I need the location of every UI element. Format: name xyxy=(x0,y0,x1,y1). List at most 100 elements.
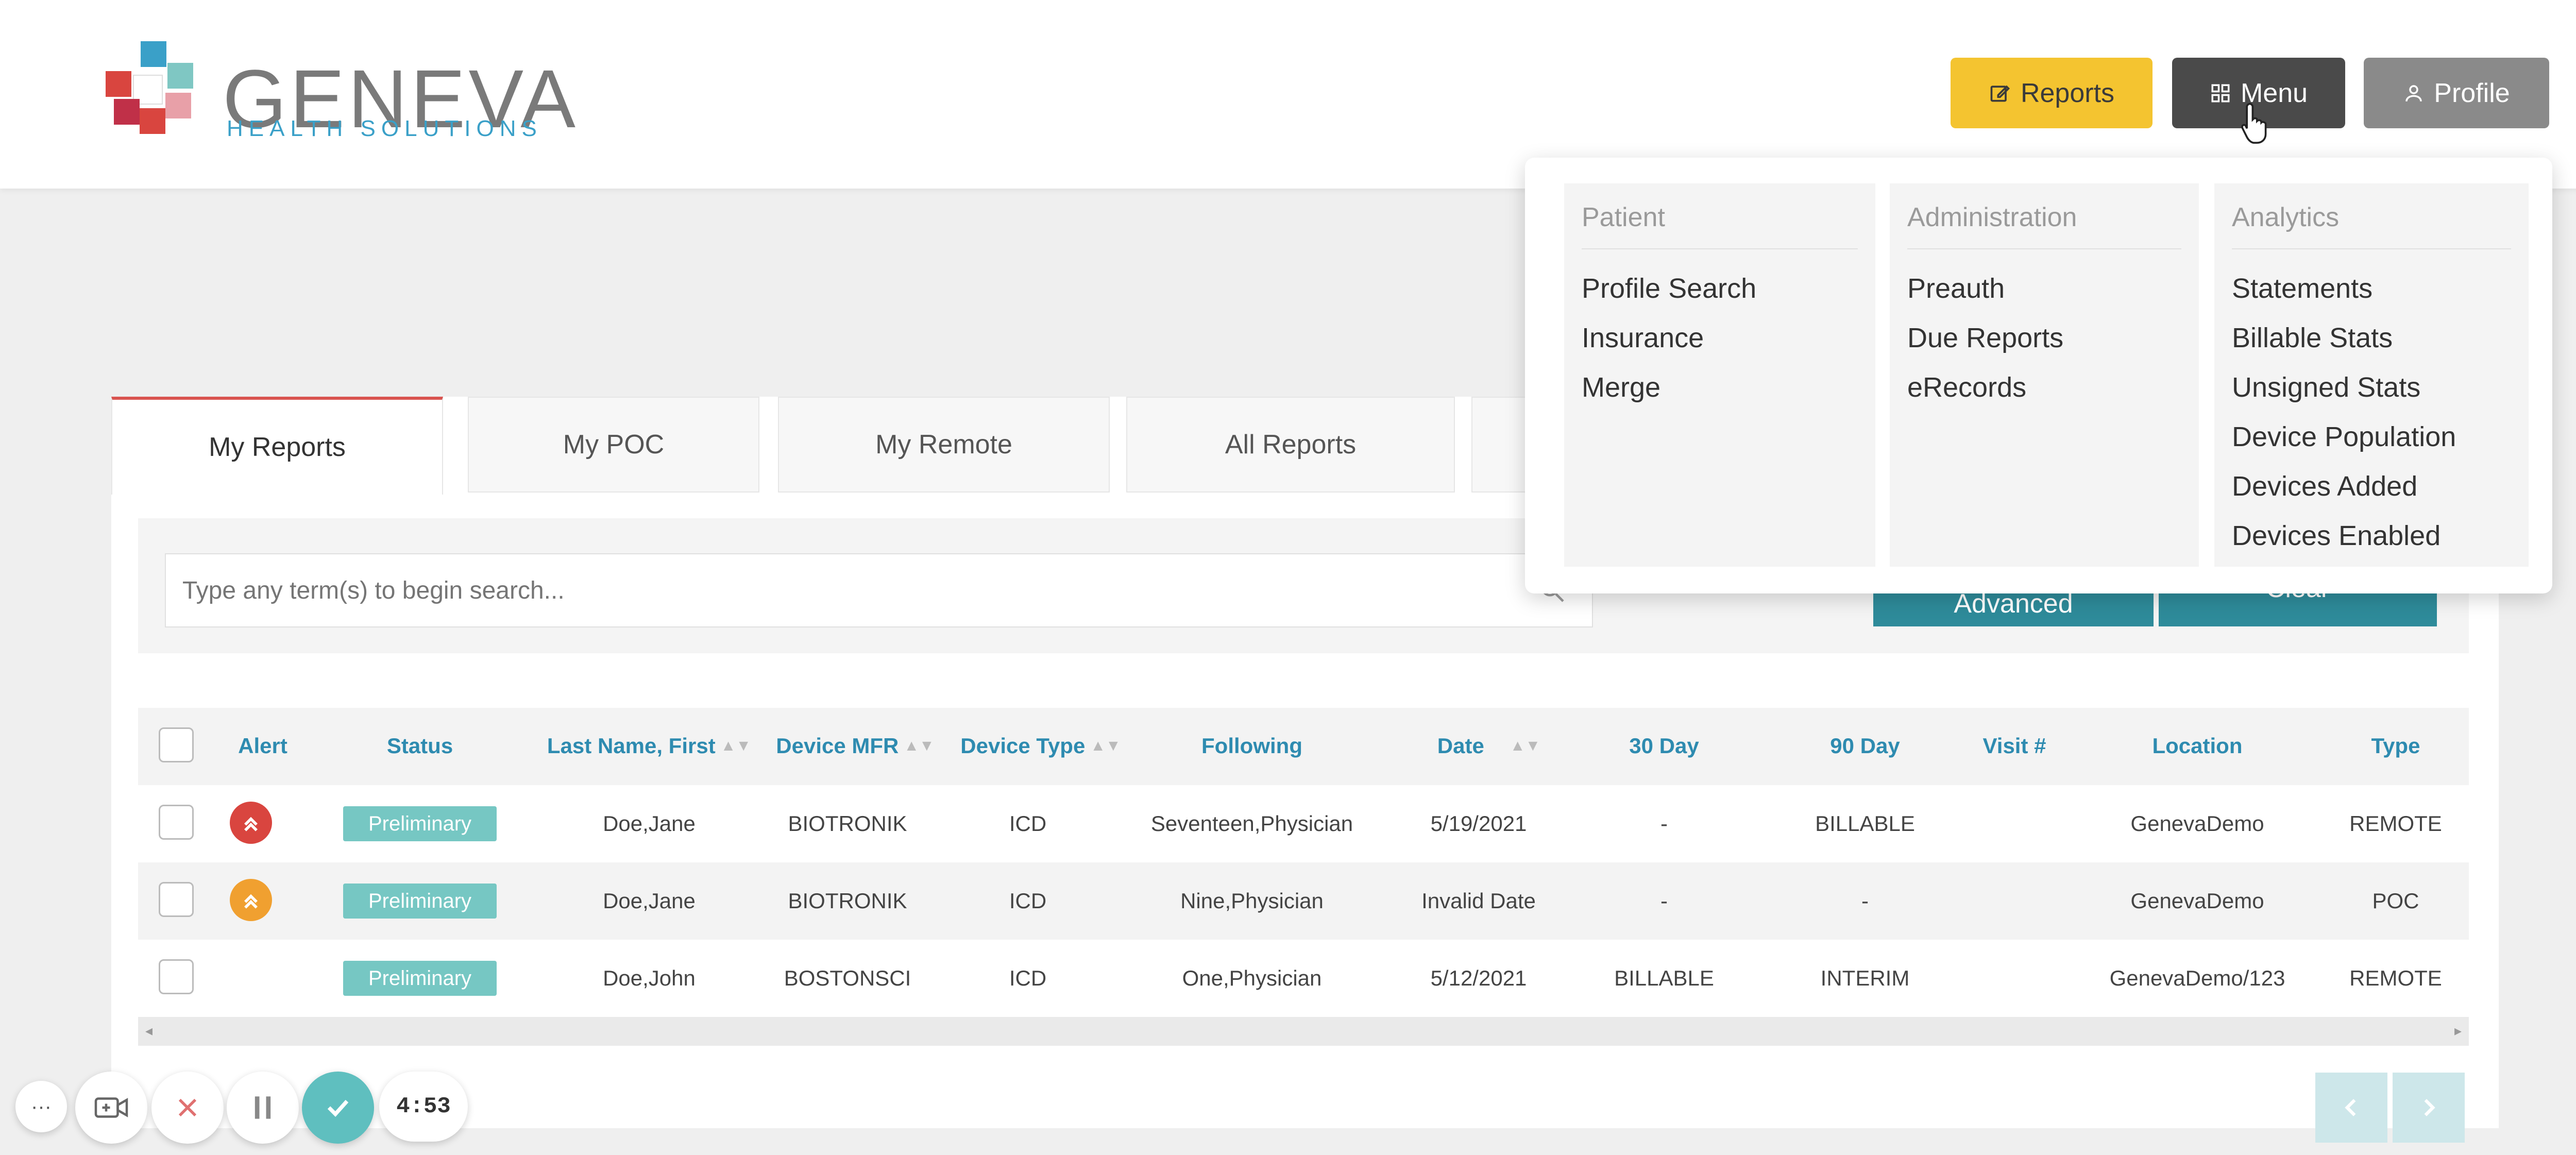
col-status[interactable]: Status xyxy=(335,731,505,761)
cell-visit xyxy=(1963,963,2066,994)
sort-icon: ▲▼ xyxy=(1510,737,1541,754)
cell-mfr: BIOTRONIK xyxy=(788,889,907,913)
col-location[interactable]: Location xyxy=(2112,731,2282,761)
next-page-button[interactable] xyxy=(2393,1073,2465,1143)
cell-30-day: BILLABLE xyxy=(1614,966,1714,990)
cell-device-type: ICD xyxy=(1009,889,1047,913)
user-icon xyxy=(2405,84,2422,101)
cell-date: 5/12/2021 xyxy=(1430,966,1527,990)
cell-90-day: BILLABLE xyxy=(1815,811,1915,836)
cell-name: Doe,John xyxy=(603,966,696,990)
tab-my-reports[interactable]: My Reports xyxy=(111,397,443,495)
logo-subtitle: HEALTH SOLUTIONS xyxy=(227,116,543,141)
menu-item-profile-search[interactable]: Profile Search xyxy=(1582,264,1858,313)
col-device-type[interactable]: Device Type ▲▼ xyxy=(958,731,1123,761)
sort-icon: ▲▼ xyxy=(904,737,935,754)
menu-item-devices-added[interactable]: Devices Added xyxy=(2232,462,2511,511)
sort-icon: ▲▼ xyxy=(1090,737,1121,754)
pause-recording-button[interactable] xyxy=(227,1072,299,1144)
video-camera-icon xyxy=(94,1097,128,1118)
menu-item-unsigned-stats[interactable]: Unsigned Stats xyxy=(2232,363,2511,412)
grid-icon xyxy=(2211,84,2230,102)
chevron-left-icon xyxy=(2345,1099,2356,1116)
alert-high-icon xyxy=(230,802,272,844)
cell-following: One,Physician xyxy=(1182,966,1322,990)
cell-type: REMOTE xyxy=(2349,966,2442,990)
menu-heading: Patient xyxy=(1582,202,1858,249)
cell-name: Doe,Jane xyxy=(603,889,696,913)
col-following[interactable]: Following xyxy=(1133,731,1370,761)
col-90-day[interactable]: 90 Day xyxy=(1793,731,1937,761)
select-all-checkbox[interactable] xyxy=(159,727,194,762)
more-options-button[interactable]: ··· xyxy=(15,1081,67,1132)
cell-name: Doe,Jane xyxy=(603,811,696,836)
cell-device-type: ICD xyxy=(1009,966,1047,990)
col-type[interactable]: Type xyxy=(2308,731,2483,761)
status-badge: Preliminary xyxy=(343,884,497,919)
menu-item-statements[interactable]: Statements xyxy=(2232,264,2511,313)
camera-button[interactable] xyxy=(75,1072,147,1144)
menu-heading: Administration xyxy=(1907,202,2181,249)
profile-button[interactable]: Profile xyxy=(2364,58,2549,128)
pause-icon xyxy=(255,1096,271,1119)
menu-item-billable-stats[interactable]: Billable Stats xyxy=(2232,313,2511,363)
menu-item-erecords[interactable]: eRecords xyxy=(1907,363,2181,412)
menu-item-preauth[interactable]: Preauth xyxy=(1907,264,2181,313)
tab-my-remote[interactable]: My Remote xyxy=(778,397,1110,492)
cell-visit xyxy=(1963,886,2066,916)
ellipsis-icon: ··· xyxy=(31,1095,52,1118)
menu-column-patient: Patient Profile Search Insurance Merge xyxy=(1564,183,1875,567)
cell-90-day: INTERIM xyxy=(1820,966,1910,990)
edit-icon xyxy=(1990,85,2010,101)
col-alert[interactable]: Alert xyxy=(222,731,304,761)
tab-label: My Remote xyxy=(875,430,1012,460)
cell-visit xyxy=(1963,808,2066,839)
scroll-left-icon[interactable]: ◂ xyxy=(145,1022,152,1039)
cell-30-day: - xyxy=(1660,889,1668,913)
menu-item-device-population[interactable]: Device Population xyxy=(2232,412,2511,462)
scroll-right-icon[interactable]: ▸ xyxy=(2454,1022,2462,1039)
reports-button[interactable]: Reports xyxy=(1951,58,2153,128)
chevron-right-icon xyxy=(2424,1099,2435,1116)
cell-date: Invalid Date xyxy=(1421,889,1536,913)
status-badge: Preliminary xyxy=(343,806,497,841)
cell-location: GenevaDemo xyxy=(2130,811,2264,836)
search-input[interactable] xyxy=(165,553,1593,627)
menu-item-devices-enabled[interactable]: Devices Enabled xyxy=(2232,511,2511,560)
sort-icon: ▲▼ xyxy=(720,737,752,754)
tab-label: All Reports xyxy=(1225,430,1357,460)
col-visit[interactable]: Visit # xyxy=(1963,731,2066,761)
cell-mfr: BIOTRONIK xyxy=(788,811,907,836)
alert-medium-icon xyxy=(230,879,272,921)
tab-all-reports[interactable]: All Reports xyxy=(1126,397,1455,492)
col-30-day[interactable]: 30 Day xyxy=(1592,731,1736,761)
col-last-name[interactable]: Last Name, First ▲▼ xyxy=(547,731,751,761)
previous-page-button[interactable] xyxy=(2315,1073,2387,1143)
finish-recording-button[interactable] xyxy=(302,1072,374,1144)
menu-column-analytics: Analytics Statements Billable Stats Unsi… xyxy=(2214,183,2529,567)
col-date[interactable]: Date ▲▼ xyxy=(1412,731,1566,761)
tab-my-poc[interactable]: My POC xyxy=(468,397,759,492)
menu-item-merge[interactable]: Merge xyxy=(1582,363,1858,412)
row-checkbox[interactable] xyxy=(159,882,194,917)
geneva-logo-icon xyxy=(106,41,193,134)
menu-heading: Analytics xyxy=(2232,202,2511,249)
menu-item-due-reports[interactable]: Due Reports xyxy=(1907,313,2181,363)
tab-label: My POC xyxy=(563,430,665,460)
cell-following: Seventeen,Physician xyxy=(1150,811,1353,836)
menu-column-administration: Administration Preauth Due Reports eReco… xyxy=(1890,183,2199,567)
status-badge: Preliminary xyxy=(343,961,497,996)
cell-type: REMOTE xyxy=(2349,811,2442,836)
row-checkbox[interactable] xyxy=(159,959,194,994)
col-device-mfr[interactable]: Device MFR ▲▼ xyxy=(773,731,938,761)
menu-item-insurance[interactable]: Insurance xyxy=(1582,313,1858,363)
cell-device-type: ICD xyxy=(1009,811,1047,836)
cancel-recording-button[interactable] xyxy=(151,1072,224,1144)
cell-30-day: - xyxy=(1660,811,1668,836)
cell-following: Nine,Physician xyxy=(1180,889,1324,913)
cell-date: 5/19/2021 xyxy=(1430,811,1527,836)
row-checkbox[interactable] xyxy=(159,805,194,840)
cell-90-day: - xyxy=(1861,889,1869,913)
table-horizontal-scrollbar[interactable]: ◂ ▸ xyxy=(138,1017,2469,1046)
cell-mfr: BOSTONSCI xyxy=(784,966,911,990)
